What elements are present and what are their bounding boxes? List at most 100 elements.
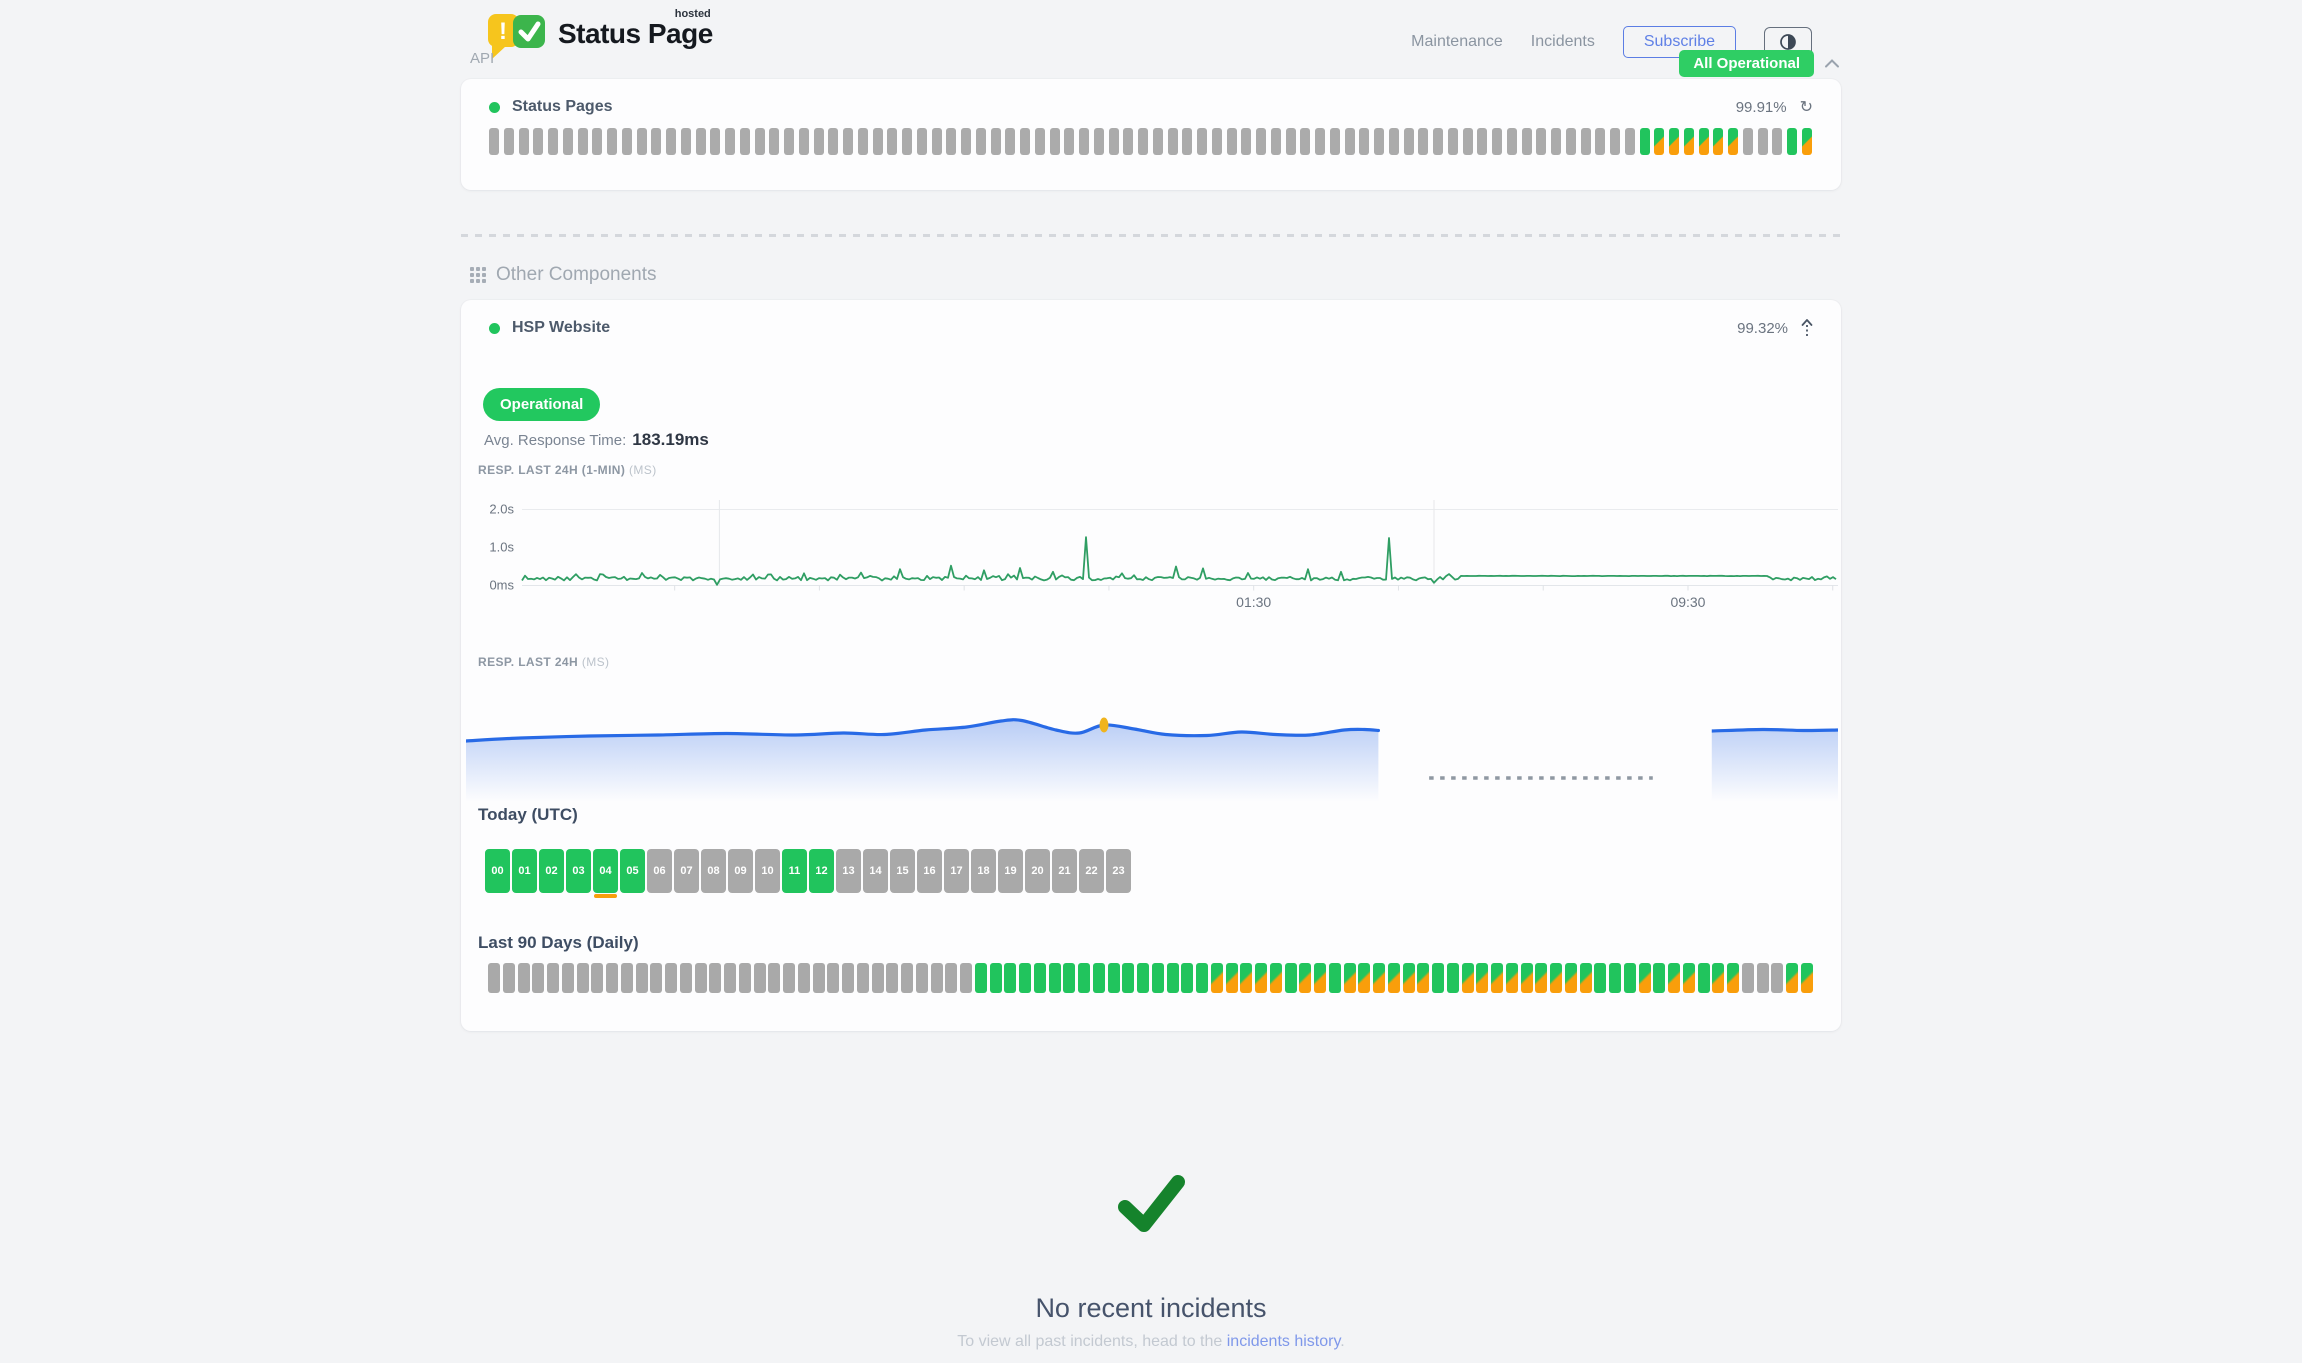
hour-block-20[interactable]: 20 xyxy=(1025,849,1050,893)
day-degraded[interactable] xyxy=(1299,963,1311,993)
hour-block-21[interactable]: 21 xyxy=(1052,849,1077,893)
day-no-data[interactable] xyxy=(931,963,943,993)
day-no-data[interactable] xyxy=(960,963,972,993)
bar-no-data[interactable] xyxy=(902,128,912,155)
day-operational[interactable] xyxy=(1108,963,1120,993)
bar-operational[interactable] xyxy=(1787,128,1797,155)
bar-no-data[interactable] xyxy=(1418,128,1428,155)
day-operational[interactable] xyxy=(1034,963,1046,993)
day-operational[interactable] xyxy=(1004,963,1016,993)
bar-no-data[interactable] xyxy=(1772,128,1782,155)
day-no-data[interactable] xyxy=(547,963,559,993)
day-no-data[interactable] xyxy=(768,963,780,993)
day-no-data[interactable] xyxy=(1757,963,1769,993)
bar-no-data[interactable] xyxy=(1064,128,1074,155)
day-operational[interactable] xyxy=(1609,963,1621,993)
bar-degraded[interactable] xyxy=(1802,128,1812,155)
bar-no-data[interactable] xyxy=(1345,128,1355,155)
day-operational[interactable] xyxy=(1624,963,1636,993)
response-time-chart[interactable]: 2.0s1.0s0ms01:3009:30 xyxy=(478,492,1840,620)
bar-operational[interactable] xyxy=(1640,128,1650,155)
bar-no-data[interactable] xyxy=(1448,128,1458,155)
bar-no-data[interactable] xyxy=(740,128,750,155)
bar-no-data[interactable] xyxy=(1109,128,1119,155)
hour-block-04[interactable]: 04 xyxy=(593,849,618,893)
bar-no-data[interactable] xyxy=(1551,128,1561,155)
bar-no-data[interactable] xyxy=(1507,128,1517,155)
bar-no-data[interactable] xyxy=(1758,128,1768,155)
day-operational[interactable] xyxy=(1122,963,1134,993)
day-operational[interactable] xyxy=(975,963,987,993)
nav-item-maintenance[interactable]: Maintenance xyxy=(1411,33,1503,51)
bar-no-data[interactable] xyxy=(814,128,824,155)
bar-no-data[interactable] xyxy=(1433,128,1443,155)
bar-no-data[interactable] xyxy=(769,128,779,155)
hour-block-05[interactable]: 05 xyxy=(620,849,645,893)
bar-no-data[interactable] xyxy=(1168,128,1178,155)
hour-block-16[interactable]: 16 xyxy=(917,849,942,893)
day-no-data[interactable] xyxy=(754,963,766,993)
bar-no-data[interactable] xyxy=(1477,128,1487,155)
bar-no-data[interactable] xyxy=(1522,128,1532,155)
hour-block-03[interactable]: 03 xyxy=(566,849,591,893)
day-no-data[interactable] xyxy=(695,963,707,993)
day-no-data[interactable] xyxy=(916,963,928,993)
day-no-data[interactable] xyxy=(650,963,662,993)
day-operational[interactable] xyxy=(1181,963,1193,993)
day-degraded[interactable] xyxy=(1565,963,1577,993)
bar-no-data[interactable] xyxy=(799,128,809,155)
day-no-data[interactable] xyxy=(739,963,751,993)
hour-block-09[interactable]: 09 xyxy=(728,849,753,893)
day-no-data[interactable] xyxy=(827,963,839,993)
day-operational[interactable] xyxy=(1594,963,1606,993)
bar-degraded[interactable] xyxy=(1713,128,1723,155)
header-logo[interactable]: ! hosted Status Page xyxy=(486,10,713,62)
bar-no-data[interactable] xyxy=(1197,128,1207,155)
bar-degraded[interactable] xyxy=(1728,128,1738,155)
day-operational[interactable] xyxy=(1447,963,1459,993)
bar-degraded[interactable] xyxy=(1684,128,1694,155)
hour-block-14[interactable]: 14 xyxy=(863,849,888,893)
response-area-chart[interactable] xyxy=(466,678,1838,808)
day-no-data[interactable] xyxy=(562,963,574,993)
bar-degraded[interactable] xyxy=(1654,128,1664,155)
day-degraded[interactable] xyxy=(1580,963,1592,993)
day-degraded[interactable] xyxy=(1476,963,1488,993)
bar-no-data[interactable] xyxy=(519,128,529,155)
bar-no-data[interactable] xyxy=(1581,128,1591,155)
day-degraded[interactable] xyxy=(1314,963,1326,993)
bar-no-data[interactable] xyxy=(1359,128,1369,155)
bar-no-data[interactable] xyxy=(1241,128,1251,155)
day-operational[interactable] xyxy=(1432,963,1444,993)
hour-block-11[interactable]: 11 xyxy=(782,849,807,893)
bar-degraded[interactable] xyxy=(1669,128,1679,155)
day-degraded[interactable] xyxy=(1417,963,1429,993)
bar-no-data[interactable] xyxy=(1153,128,1163,155)
hour-block-02[interactable]: 02 xyxy=(539,849,564,893)
day-operational[interactable] xyxy=(1698,963,1710,993)
hour-block-07[interactable]: 07 xyxy=(674,849,699,893)
day-no-data[interactable] xyxy=(532,963,544,993)
bar-no-data[interactable] xyxy=(607,128,617,155)
day-no-data[interactable] xyxy=(636,963,648,993)
bar-no-data[interactable] xyxy=(1300,128,1310,155)
bar-no-data[interactable] xyxy=(489,128,499,155)
bar-no-data[interactable] xyxy=(932,128,942,155)
day-degraded[interactable] xyxy=(1462,963,1474,993)
hour-block-06[interactable]: 06 xyxy=(647,849,672,893)
day-no-data[interactable] xyxy=(591,963,603,993)
bar-no-data[interactable] xyxy=(755,128,765,155)
day-degraded[interactable] xyxy=(1255,963,1267,993)
day-operational[interactable] xyxy=(1019,963,1031,993)
day-degraded[interactable] xyxy=(1270,963,1282,993)
bar-no-data[interactable] xyxy=(1315,128,1325,155)
bar-no-data[interactable] xyxy=(1138,128,1148,155)
bar-no-data[interactable] xyxy=(1050,128,1060,155)
bar-no-data[interactable] xyxy=(1463,128,1473,155)
day-operational[interactable] xyxy=(1078,963,1090,993)
day-no-data[interactable] xyxy=(724,963,736,993)
day-operational[interactable] xyxy=(1063,963,1075,993)
day-no-data[interactable] xyxy=(813,963,825,993)
day-no-data[interactable] xyxy=(680,963,692,993)
day-no-data[interactable] xyxy=(901,963,913,993)
